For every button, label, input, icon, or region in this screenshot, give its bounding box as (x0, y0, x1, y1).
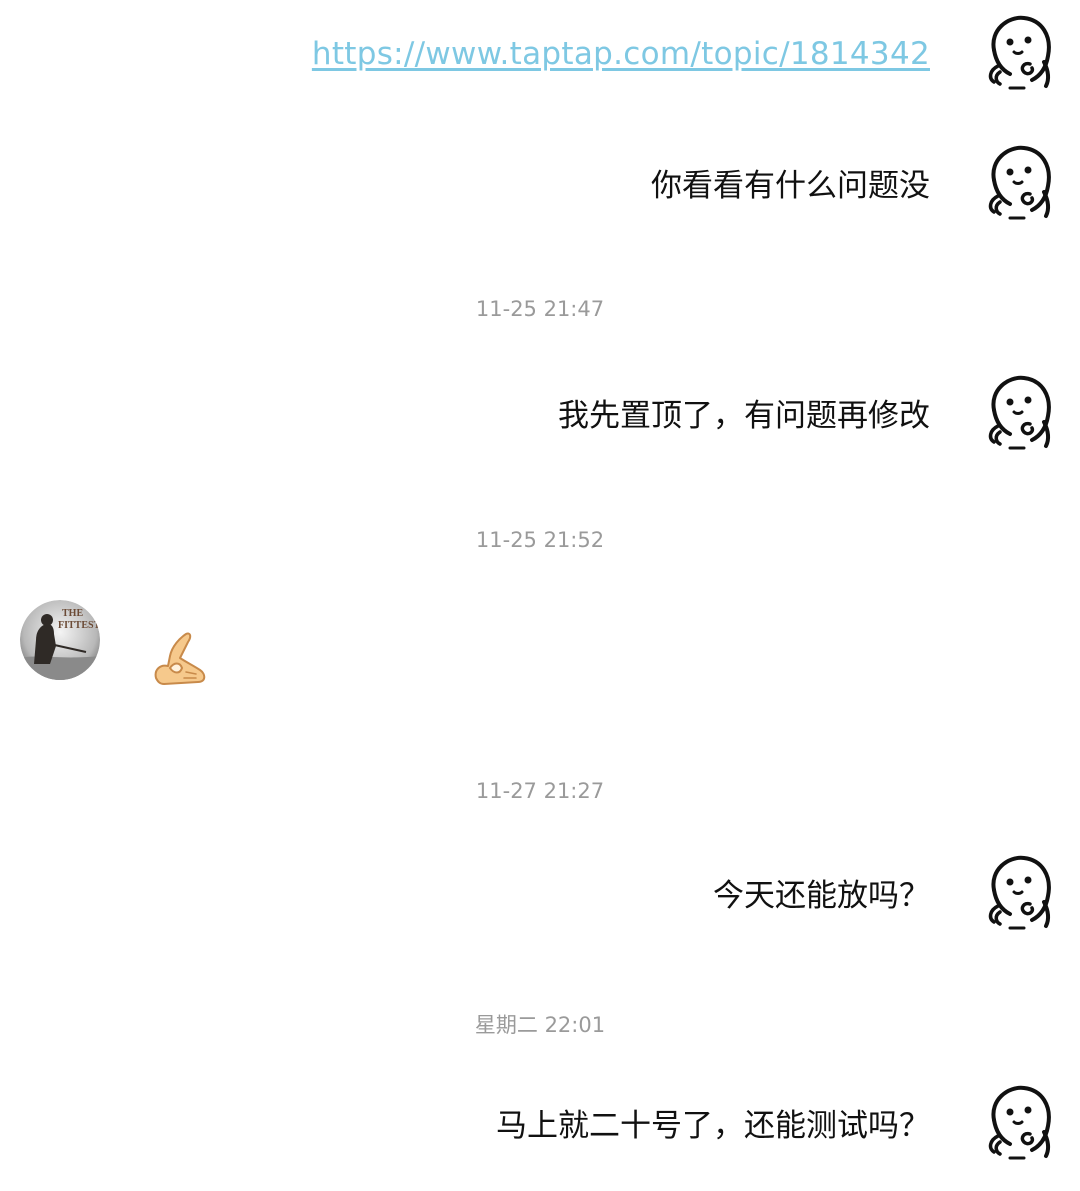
timestamp: 11-27 21:27 (475, 779, 605, 803)
self-avatar-icon[interactable] (980, 852, 1060, 932)
contact-avatar[interactable]: THE FITTEST (20, 600, 100, 680)
message-text[interactable]: 今天还能放吗？ (713, 876, 930, 916)
topic-link[interactable]: https://www.taptap.com/topic/1814342 (312, 36, 930, 72)
logo-line1: THE (62, 608, 83, 619)
self-avatar-icon[interactable] (980, 142, 1060, 222)
timestamp: 11-25 21:52 (475, 528, 605, 552)
self-avatar-icon[interactable] (980, 372, 1060, 452)
message-link[interactable]: https://www.taptap.com/topic/1814342 (312, 34, 930, 74)
contact-avatar-image: THE FITTEST (20, 600, 100, 680)
ok-hand-emoji-icon[interactable] (150, 628, 210, 688)
self-avatar-icon[interactable] (980, 1082, 1060, 1162)
timestamp: 星期二 22:01 (474, 1013, 606, 1037)
timestamp: 11-25 21:47 (475, 297, 605, 321)
logo-line2: FITTEST (58, 620, 100, 631)
message-text[interactable]: 马上就二十号了，还能测试吗？ (496, 1106, 930, 1146)
message-text[interactable]: 你看看有什么问题没 (651, 166, 930, 206)
self-avatar-icon[interactable] (980, 12, 1060, 92)
message-text[interactable]: 我先置顶了，有问题再修改 (558, 396, 930, 436)
